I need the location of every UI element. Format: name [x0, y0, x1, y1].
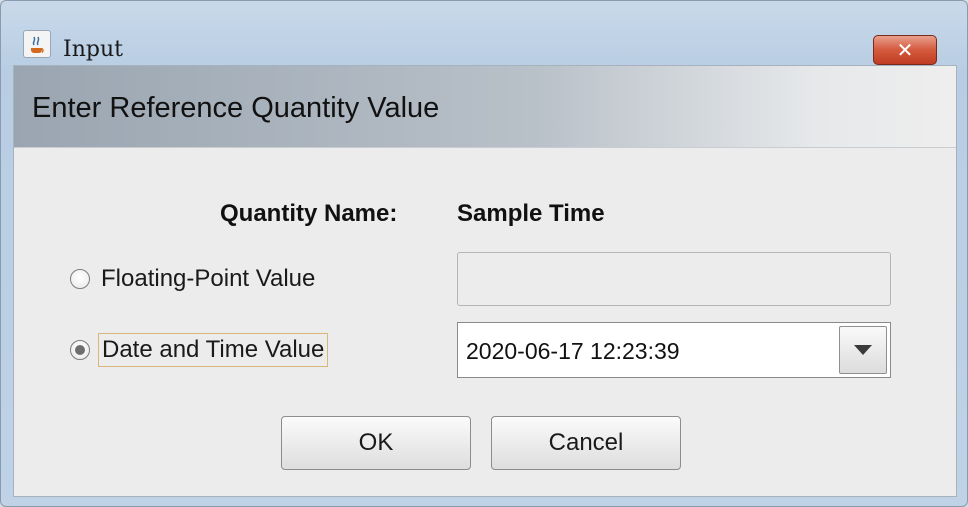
floating-point-label[interactable]: Floating-Point Value — [98, 263, 318, 295]
window-title: Input — [63, 37, 123, 62]
date-time-radio[interactable] — [70, 340, 90, 360]
cancel-button[interactable]: Cancel — [491, 416, 681, 470]
ok-button[interactable]: OK — [281, 416, 471, 470]
close-icon: ✕ — [896, 38, 914, 62]
date-time-value[interactable]: 2020-06-17 12:23:39 — [466, 338, 680, 365]
dialog-header-title: Enter Reference Quantity Value — [32, 92, 440, 124]
quantity-name-label: Quantity Name: — [220, 200, 398, 227]
close-button[interactable]: ✕ — [873, 35, 937, 65]
floating-point-input — [457, 252, 891, 306]
floating-point-option[interactable]: Floating-Point Value — [70, 259, 318, 299]
dialog-content: Enter Reference Quantity Value Quantity … — [13, 65, 957, 497]
radio-selected-dot — [75, 345, 85, 355]
input-dialog-window: Input ✕ Enter Reference Quantity Value Q… — [0, 0, 968, 507]
floating-point-radio[interactable] — [70, 269, 90, 289]
dropdown-button[interactable] — [839, 326, 887, 374]
date-time-label[interactable]: Date and Time Value — [98, 333, 329, 367]
chevron-down-icon — [854, 345, 872, 355]
dialog-header: Enter Reference Quantity Value — [14, 66, 956, 148]
date-time-option[interactable]: Date and Time Value — [70, 330, 329, 370]
title-bar[interactable]: Input ✕ — [9, 11, 959, 65]
java-coffee-icon — [23, 30, 51, 58]
quantity-name-value: Sample Time — [457, 200, 605, 227]
date-time-combobox[interactable]: 2020-06-17 12:23:39 — [457, 322, 891, 378]
